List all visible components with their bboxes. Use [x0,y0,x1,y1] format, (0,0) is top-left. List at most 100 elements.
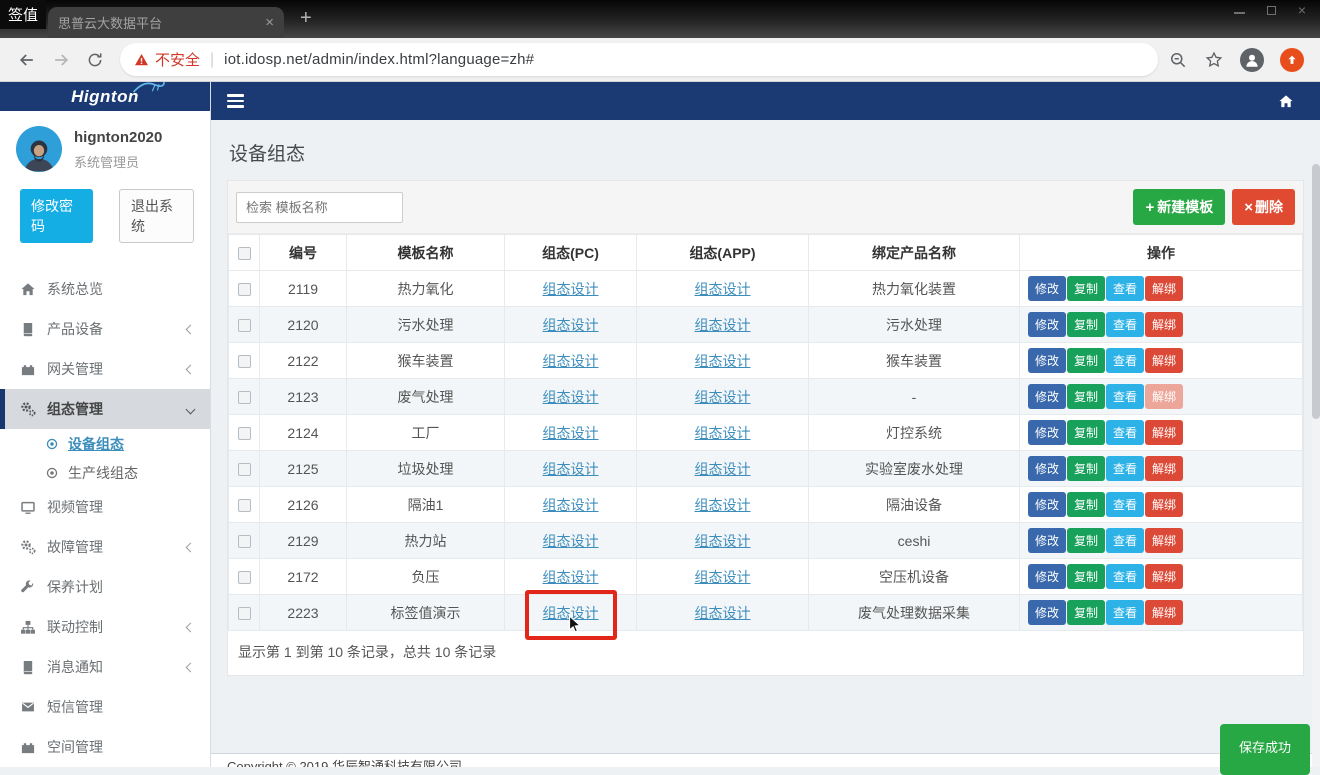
unbind-button[interactable]: 解绑 [1145,564,1183,589]
sidebar-item[interactable]: 消息通知 [0,647,210,687]
view-button[interactable]: 查看 [1106,492,1144,517]
url-bar[interactable]: 不安全 | iot.idosp.net/admin/index.html?lan… [120,43,1158,76]
copy-button[interactable]: 复制 [1067,456,1105,481]
modify-button[interactable]: 修改 [1028,492,1066,517]
copy-button[interactable]: 复制 [1067,492,1105,517]
app-design-link[interactable]: 组态设计 [695,497,751,513]
modify-button[interactable]: 修改 [1028,456,1066,481]
sidebar-item[interactable]: 短信管理 [0,687,210,727]
unbind-button[interactable]: 解绑 [1145,600,1183,625]
sidebar-item[interactable]: 视频管理 [0,487,210,527]
row-checkbox[interactable] [238,355,251,368]
app-design-link[interactable]: 组态设计 [695,461,751,477]
sidebar-subitem[interactable]: 生产线组态 [0,458,210,487]
extension-icon[interactable] [1280,48,1304,72]
row-checkbox[interactable] [238,319,251,332]
view-button[interactable]: 查看 [1106,528,1144,553]
app-design-link[interactable]: 组态设计 [695,353,751,369]
view-button[interactable]: 查看 [1106,384,1144,409]
pc-design-link[interactable]: 组态设计 [543,605,599,621]
copy-button[interactable]: 复制 [1067,420,1105,445]
pc-design-link[interactable]: 组态设计 [543,281,599,297]
row-checkbox[interactable] [238,391,251,404]
unbind-button[interactable]: 解绑 [1145,420,1183,445]
view-button[interactable]: 查看 [1106,600,1144,625]
sidebar-item[interactable]: 组态管理 [0,389,210,429]
zoom-icon[interactable] [1168,50,1188,70]
hamburger-icon[interactable] [227,94,244,108]
pc-design-link[interactable]: 组态设计 [543,317,599,333]
row-checkbox[interactable] [238,607,251,620]
pc-design-link[interactable]: 组态设计 [543,353,599,369]
unbind-button[interactable]: 解绑 [1145,528,1183,553]
back-icon[interactable] [10,43,44,77]
change-password-button[interactable]: 修改密码 [20,189,93,243]
minimize-icon[interactable] [1234,7,1245,14]
unbind-button[interactable]: 解绑 [1145,312,1183,337]
sidebar-subitem[interactable]: 设备组态 [0,429,210,458]
app-design-link[interactable]: 组态设计 [695,605,751,621]
copy-button[interactable]: 复制 [1067,348,1105,373]
row-checkbox[interactable] [238,463,251,476]
sidebar-item[interactable]: 网关管理 [0,349,210,389]
new-tab-button[interactable]: + [300,8,312,28]
scrollbar[interactable] [1312,164,1320,767]
modify-button[interactable]: 修改 [1028,420,1066,445]
copy-button[interactable]: 复制 [1067,384,1105,409]
sidebar-item[interactable]: 联动控制 [0,607,210,647]
sidebar-item[interactable]: 空间管理 [0,727,210,767]
pc-design-link[interactable]: 组态设计 [543,533,599,549]
modify-button[interactable]: 修改 [1028,348,1066,373]
pc-design-link[interactable]: 组态设计 [543,497,599,513]
pc-design-link[interactable]: 组态设计 [543,461,599,477]
view-button[interactable]: 查看 [1106,276,1144,301]
view-button[interactable]: 查看 [1106,312,1144,337]
unbind-button[interactable]: 解绑 [1145,276,1183,301]
view-button[interactable]: 查看 [1106,420,1144,445]
app-design-link[interactable]: 组态设计 [695,533,751,549]
pc-design-link[interactable]: 组态设计 [543,569,599,585]
maximize-icon[interactable] [1267,6,1276,15]
new-template-button[interactable]: +新建模板 [1133,189,1225,225]
modify-button[interactable]: 修改 [1028,276,1066,301]
scrollbar-thumb[interactable] [1312,164,1320,419]
copy-button[interactable]: 复制 [1067,564,1105,589]
row-checkbox[interactable] [238,283,251,296]
bookmark-star-icon[interactable] [1204,50,1224,70]
sidebar-item[interactable]: 系统总览 [0,269,210,309]
app-design-link[interactable]: 组态设计 [695,317,751,333]
logout-button[interactable]: 退出系统 [119,189,194,243]
modify-button[interactable]: 修改 [1028,528,1066,553]
tab-close-icon[interactable]: × [265,14,274,31]
app-design-link[interactable]: 组态设计 [695,569,751,585]
sidebar-item[interactable]: 保养计划 [0,567,210,607]
copy-button[interactable]: 复制 [1067,528,1105,553]
app-design-link[interactable]: 组态设计 [695,389,751,405]
row-checkbox[interactable] [238,571,251,584]
copy-button[interactable]: 复制 [1067,312,1105,337]
app-design-link[interactable]: 组态设计 [695,425,751,441]
unbind-button[interactable]: 解绑 [1145,348,1183,373]
close-window-icon[interactable]: × [1298,2,1306,18]
view-button[interactable]: 查看 [1106,456,1144,481]
browser-tab[interactable]: 思普云大数据平台 × [48,7,284,38]
sidebar-item[interactable]: 产品设备 [0,309,210,349]
pc-design-link[interactable]: 组态设计 [543,389,599,405]
pc-design-link[interactable]: 组态设计 [543,425,599,441]
app-design-link[interactable]: 组态设计 [695,281,751,297]
refresh-icon[interactable] [78,43,112,77]
row-checkbox[interactable] [238,499,251,512]
row-checkbox[interactable] [238,535,251,548]
profile-icon[interactable] [1240,48,1264,72]
unbind-button[interactable]: 解绑 [1145,456,1183,481]
copy-button[interactable]: 复制 [1067,600,1105,625]
unbind-button[interactable]: 解绑 [1145,492,1183,517]
sidebar-item[interactable]: 故障管理 [0,527,210,567]
view-button[interactable]: 查看 [1106,564,1144,589]
modify-button[interactable]: 修改 [1028,600,1066,625]
home-icon[interactable] [1278,94,1294,109]
copy-button[interactable]: 复制 [1067,276,1105,301]
modify-button[interactable]: 修改 [1028,312,1066,337]
forward-icon[interactable] [44,43,78,77]
search-input[interactable] [236,192,403,223]
